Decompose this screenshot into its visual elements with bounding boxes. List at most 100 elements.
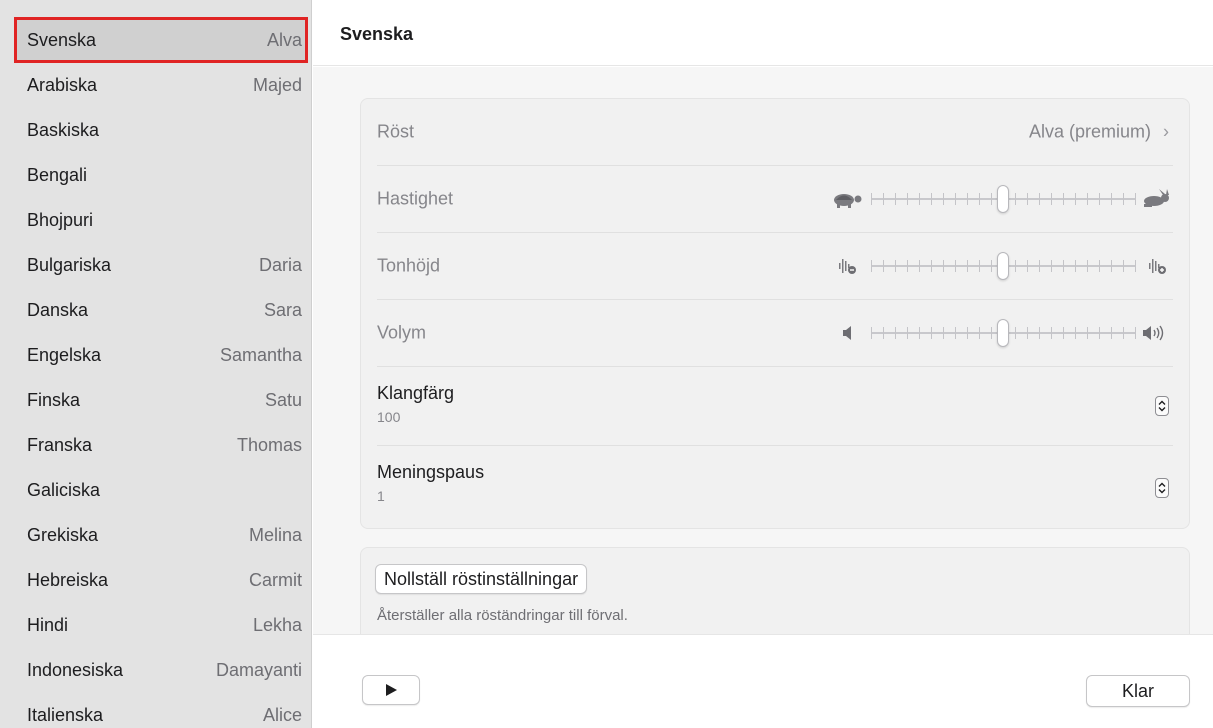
- slider-tick: [1135, 327, 1136, 339]
- language-name: Bulgariska: [27, 254, 112, 275]
- sentence-pause-stepper[interactable]: [1155, 478, 1169, 498]
- turtle-icon: [833, 189, 865, 214]
- slider-tick: [1063, 260, 1064, 272]
- sidebar-item-italienska[interactable]: Italienska Alice: [14, 692, 308, 728]
- slider-tick: [1039, 327, 1040, 339]
- voice-name: Lekha: [252, 614, 302, 635]
- slider-tick: [1027, 260, 1028, 272]
- panel-header: Svenska: [313, 0, 1213, 66]
- slider-tick: [1015, 193, 1016, 205]
- pitch-up-icon: [1143, 256, 1173, 281]
- sidebar-item-bengali[interactable]: Bengali: [14, 152, 308, 198]
- slider-knob[interactable]: [997, 252, 1009, 280]
- rate-row: Hastighet: [377, 166, 1173, 233]
- slider-knob[interactable]: [997, 185, 1009, 213]
- slider-tick: [907, 193, 908, 205]
- voice-name: Melina: [248, 524, 302, 545]
- slider-tick: [1075, 193, 1076, 205]
- timbre-label: Klangfärg: [377, 383, 455, 403]
- slider-tick: [1063, 327, 1064, 339]
- pitch-down-icon: [833, 256, 863, 281]
- reset-card: Nollställ röstinställningar Återställer …: [360, 547, 1190, 634]
- sentence-pause-row: Meningspaus 1: [377, 446, 1173, 530]
- voice-name: Samantha: [219, 344, 302, 365]
- sidebar-item-galiciska[interactable]: Galiciska: [14, 467, 308, 513]
- volume-slider[interactable]: [833, 318, 1173, 348]
- sidebar-item-engelska[interactable]: Engelska Samantha: [14, 332, 308, 378]
- slider-tick: [979, 327, 980, 339]
- language-name: Finska: [27, 389, 81, 410]
- voice-row[interactable]: Röst Alva (premium) ›: [377, 99, 1173, 166]
- stepper-arrows-icon: [1158, 482, 1166, 494]
- slider-tick: [931, 193, 932, 205]
- voice-name: Alva: [266, 29, 302, 50]
- slider-tick: [1087, 193, 1088, 205]
- sidebar-item-bulgariska[interactable]: Bulgariska Daria: [14, 242, 308, 288]
- voice-name: Alice: [262, 704, 302, 725]
- language-name: Hebreiska: [27, 569, 109, 590]
- sidebar-item-hebreiska[interactable]: Hebreiska Carmit: [14, 557, 308, 603]
- slider-tick: [1039, 260, 1040, 272]
- slider-tick: [979, 193, 980, 205]
- pitch-row: Tonhöjd: [377, 233, 1173, 300]
- slider-tick: [1039, 193, 1040, 205]
- voice-name: Satu: [264, 389, 302, 410]
- voice-settings-card: Röst Alva (premium) › Hastighet Tonhöjd …: [360, 98, 1190, 529]
- sidebar-item-danska[interactable]: Danska Sara: [14, 287, 308, 333]
- slider-tick: [1027, 327, 1028, 339]
- sidebar-item-franska[interactable]: Franska Thomas: [14, 422, 308, 468]
- done-button[interactable]: Klar: [1086, 675, 1190, 707]
- slider-tick: [1063, 193, 1064, 205]
- pitch-slider[interactable]: [833, 251, 1173, 281]
- rate-label: Hastighet: [377, 188, 454, 209]
- slider-knob[interactable]: [997, 319, 1009, 347]
- language-name: Grekiska: [27, 524, 99, 545]
- slider-tick: [967, 193, 968, 205]
- language-name: Baskiska: [27, 119, 100, 140]
- slider-tick: [967, 327, 968, 339]
- voice-name: Carmit: [249, 569, 302, 590]
- sidebar-item-grekiska[interactable]: Grekiska Melina: [14, 512, 308, 558]
- sidebar-item-svenska[interactable]: Svenska Alva: [14, 17, 308, 63]
- slider-tick: [1099, 260, 1100, 272]
- language-name: Svenska: [27, 29, 97, 50]
- slider-tick: [967, 260, 968, 272]
- settings-content: Röst Alva (premium) › Hastighet Tonhöjd …: [313, 67, 1213, 634]
- timbre-row: Klangfärg 100: [377, 367, 1173, 446]
- timbre-value: 100: [377, 409, 401, 425]
- slider-tick: [1087, 260, 1088, 272]
- voice-name: Thomas: [236, 434, 302, 455]
- sidebar-item-finska[interactable]: Finska Satu: [14, 377, 308, 423]
- reset-voice-settings-button[interactable]: Nollställ röstinställningar: [375, 564, 588, 594]
- sidebar-item-indonesiska[interactable]: Indonesiska Damayanti: [14, 647, 308, 693]
- slider-tick: [1123, 327, 1124, 339]
- sidebar-item-baskiska[interactable]: Baskiska: [14, 107, 308, 153]
- voice-value: Alva (premium): [1028, 121, 1151, 142]
- slider-tick: [919, 327, 920, 339]
- slider-tick: [895, 260, 896, 272]
- sidebar-item-hindi[interactable]: Hindi Lekha: [14, 602, 308, 648]
- language-name: Bengali: [27, 164, 88, 185]
- sentence-pause-label: Meningspaus: [377, 462, 485, 482]
- language-name: Indonesiska: [27, 659, 124, 680]
- slider-tick: [1075, 327, 1076, 339]
- pitch-label: Tonhöjd: [377, 255, 441, 276]
- slider-tick: [871, 260, 872, 272]
- voice-name: Damayanti: [215, 659, 302, 680]
- chevron-right-icon: ›: [1163, 121, 1169, 142]
- slider-tick: [955, 327, 956, 339]
- slider-tick: [1123, 193, 1124, 205]
- voice-value-group[interactable]: Alva (premium) ›: [1029, 122, 1169, 143]
- slider-tick: [871, 327, 872, 339]
- timbre-stepper[interactable]: [1155, 396, 1169, 416]
- panel-footer: Klar: [313, 634, 1213, 728]
- language-sidebar: Svenska Alva Arabiska Majed Baskiska Bengali B…: [0, 0, 312, 728]
- language-name: Franska: [27, 434, 93, 455]
- rate-slider[interactable]: [833, 184, 1173, 214]
- sidebar-item-arabiska[interactable]: Arabiska Majed: [14, 62, 308, 108]
- slider-tick: [1015, 260, 1016, 272]
- slider-tick: [1015, 327, 1016, 339]
- play-sample-button[interactable]: [362, 675, 420, 705]
- slider-tick: [991, 193, 992, 205]
- sidebar-item-bhojpuri[interactable]: Bhojpuri: [14, 197, 308, 243]
